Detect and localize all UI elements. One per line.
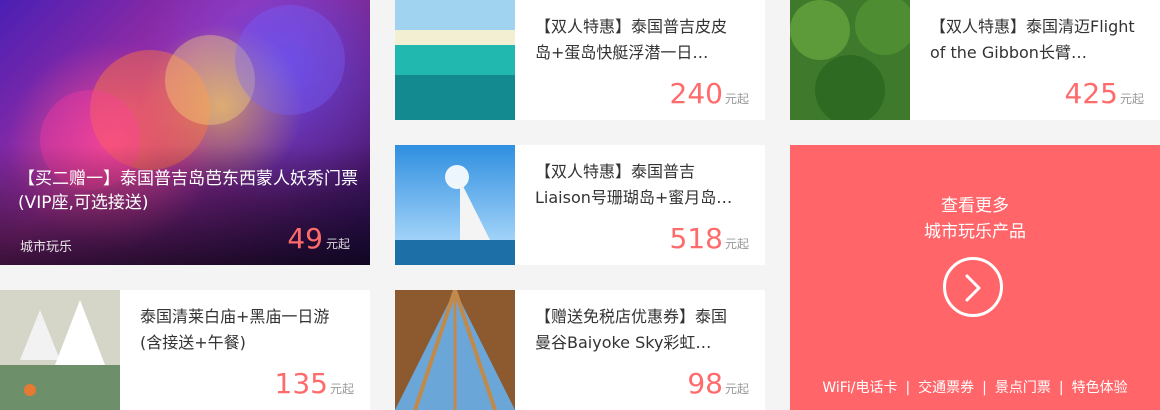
price-value: 49 xyxy=(287,222,323,255)
separator: | xyxy=(982,380,987,396)
separator: | xyxy=(905,380,911,396)
price-value: 98 xyxy=(687,367,723,400)
separator: | xyxy=(1058,380,1064,396)
featured-price: 49 元起 xyxy=(287,222,350,255)
category-links: WiFi/电话卡 | 交通票券 | 景点门票 | 特色体验 xyxy=(790,377,1160,397)
price-value: 518 xyxy=(669,222,723,255)
product-title[interactable]: 【双人特惠】泰国普吉Liaison号珊瑚岛+蜜月岛… xyxy=(535,159,740,211)
price-unit: 元起 xyxy=(1119,92,1144,106)
product-thumbnail xyxy=(790,0,910,120)
featured-title[interactable]: 【买二赠一】泰国普吉岛芭东西蒙人妖秀门票(VIP座,可选接送) xyxy=(18,167,358,215)
product-card[interactable]: 【双人特惠】泰国清迈Flight of the Gibbon长臂… 425 元起 xyxy=(790,0,1160,120)
link-wifi[interactable]: WiFi/电话卡 xyxy=(822,380,897,396)
product-card[interactable]: 【双人特惠】泰国普吉皮皮岛+蛋岛快艇浮潜一日… 240 元起 xyxy=(395,0,765,120)
price-unit: 元起 xyxy=(724,92,749,106)
product-thumbnail xyxy=(395,0,515,120)
product-card[interactable]: 泰国清莱白庙+黑庙一日游(含接送+午餐) 135 元起 xyxy=(0,290,370,410)
price-unit: 元起 xyxy=(325,237,350,251)
chevron-right-icon xyxy=(965,274,981,302)
product-title[interactable]: 【双人特惠】泰国普吉皮皮岛+蛋岛快艇浮潜一日… xyxy=(535,14,740,66)
product-title[interactable]: 【双人特惠】泰国清迈Flight of the Gibbon长臂… xyxy=(930,14,1135,66)
product-price: 135 元起 xyxy=(275,367,354,400)
view-more-panel[interactable]: 查看更多 城市玩乐产品 WiFi/电话卡 | 交通票券 | 景点门票 | 特色体验 xyxy=(790,145,1160,410)
price-unit: 元起 xyxy=(724,382,749,396)
product-card[interactable]: 【赠送免税店优惠券】泰国曼谷Baiyoke Sky彩虹… 98 元起 xyxy=(395,290,765,410)
product-price: 98 元起 xyxy=(687,367,749,400)
price-value: 425 xyxy=(1064,77,1118,110)
product-thumbnail xyxy=(0,290,120,410)
featured-category: 城市玩乐 xyxy=(20,240,73,255)
price-unit: 元起 xyxy=(724,237,749,251)
product-price: 425 元起 xyxy=(1065,77,1144,110)
product-title[interactable]: 【赠送免税店优惠券】泰国曼谷Baiyoke Sky彩虹… xyxy=(535,304,740,356)
price-value: 135 xyxy=(274,367,328,400)
product-title[interactable]: 泰国清莱白庙+黑庙一日游(含接送+午餐) xyxy=(140,304,345,356)
view-more-title: 查看更多 xyxy=(941,196,1009,216)
price-unit: 元起 xyxy=(329,382,354,396)
price-value: 240 xyxy=(669,77,723,110)
view-more-subtitle: 城市玩乐产品 xyxy=(924,222,1026,242)
product-thumbnail xyxy=(395,145,515,265)
product-price: 518 元起 xyxy=(670,222,749,255)
link-attractions[interactable]: 景点门票 xyxy=(995,380,1051,396)
product-thumbnail xyxy=(395,290,515,410)
link-experiences[interactable]: 特色体验 xyxy=(1072,380,1128,396)
view-more-button[interactable] xyxy=(943,257,1003,317)
featured-product-card[interactable]: 【买二赠一】泰国普吉岛芭东西蒙人妖秀门票(VIP座,可选接送) 城市玩乐 49 元… xyxy=(0,0,370,265)
link-transport[interactable]: 交通票券 xyxy=(918,380,974,396)
product-card[interactable]: 【双人特惠】泰国普吉Liaison号珊瑚岛+蜜月岛… 518 元起 xyxy=(395,145,765,265)
product-price: 240 元起 xyxy=(670,77,749,110)
